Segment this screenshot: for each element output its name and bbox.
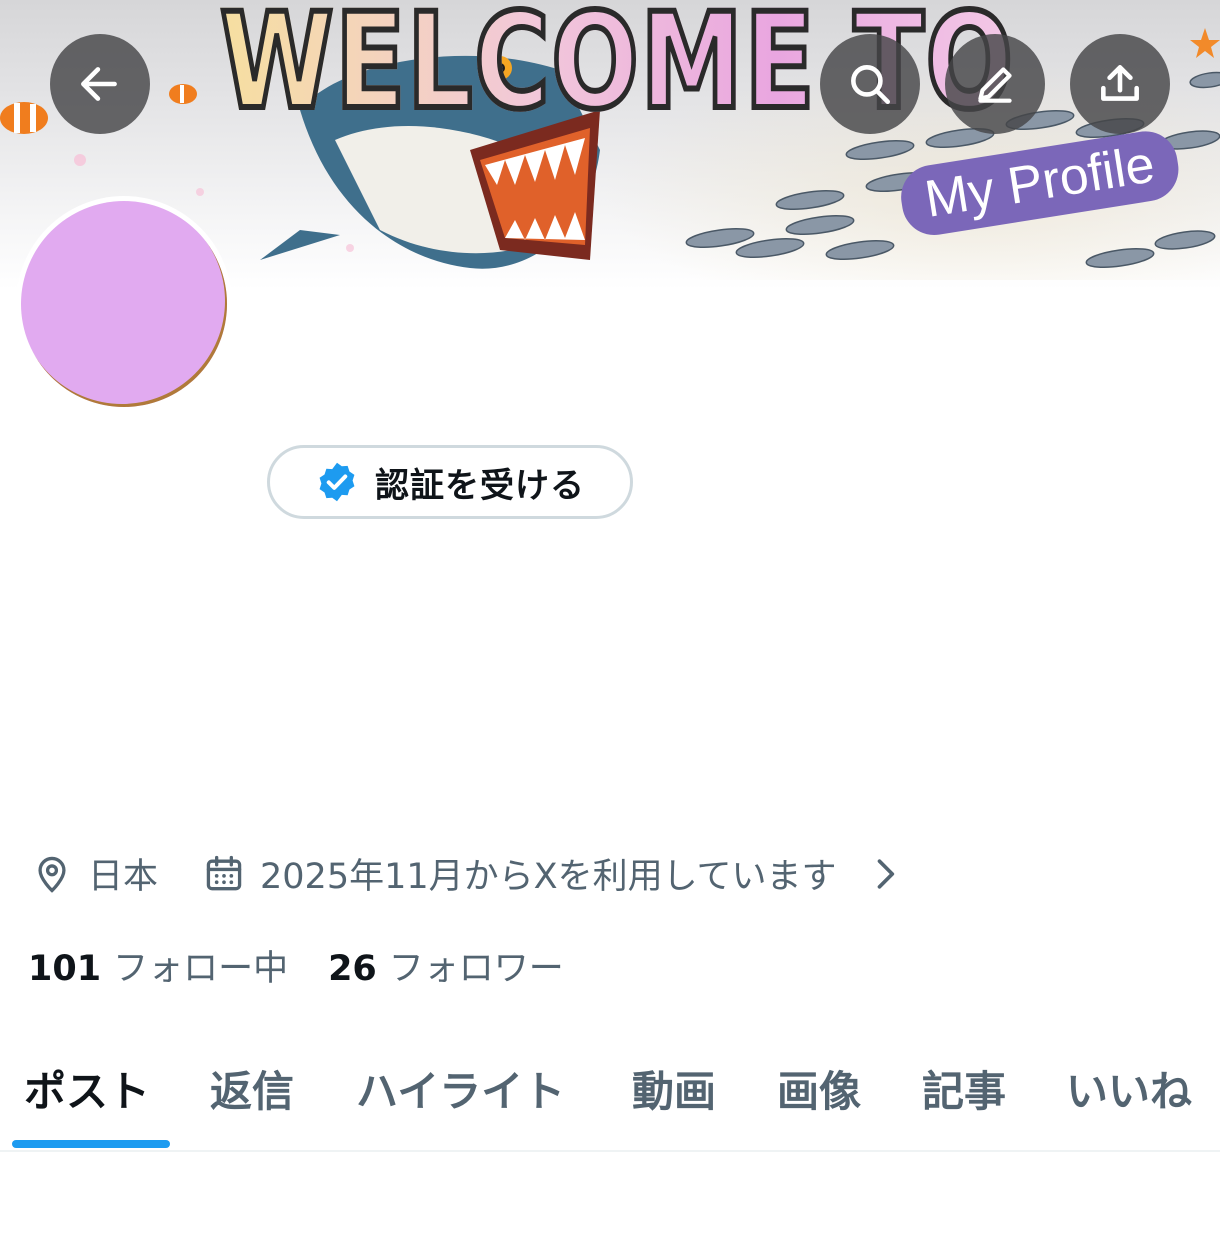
join-date-text: 2025年11月からXを利用しています: [260, 857, 837, 897]
avatar-image: [21, 201, 227, 407]
pencil-icon: [978, 67, 1012, 103]
share-upload-icon: [1101, 65, 1139, 101]
chevron-right-icon: [877, 858, 894, 889]
arrow-left-icon: [81, 67, 117, 101]
search-icon: [851, 65, 890, 105]
get-verified-label: 認証を受ける: [375, 465, 585, 506]
edit-button[interactable]: [945, 34, 1045, 134]
location-pin-icon: [38, 856, 66, 893]
calendar-icon: [206, 855, 242, 890]
followers-link[interactable]: 26 フォロワー: [328, 940, 564, 991]
tab-images[interactable]: 画像: [777, 1058, 861, 1119]
following-link[interactable]: 101 フォロー中: [28, 940, 288, 991]
follow-stats: 101 フォロー中 26 フォロワー: [28, 940, 604, 991]
search-button[interactable]: [820, 34, 920, 134]
verified-badge-icon: [319, 462, 355, 502]
followers-label: フォロワー: [388, 949, 564, 989]
following-count: 101: [28, 949, 102, 989]
location-text: 日本: [88, 857, 159, 897]
tab-highlights[interactable]: ハイライト: [356, 1058, 565, 1119]
avatar[interactable]: [16, 196, 232, 412]
get-verified-button[interactable]: 認証を受ける: [267, 445, 633, 519]
join-date-item[interactable]: 2025年11月からXを利用しています: [202, 848, 907, 899]
tab-replies[interactable]: 返信: [210, 1058, 294, 1119]
share-button[interactable]: [1070, 34, 1170, 134]
tab-articles[interactable]: 記事: [922, 1058, 1006, 1119]
back-button[interactable]: [50, 34, 150, 134]
followers-count: 26: [328, 949, 377, 989]
profile-meta: 日本 2025年11月からXを利用しています: [30, 848, 907, 899]
tab-likes[interactable]: いいね: [1066, 1058, 1192, 1119]
tab-posts[interactable]: ポスト: [24, 1058, 150, 1119]
profile-tabs: ポスト 返信 ハイライト 動画 画像 記事 いいね: [0, 1040, 1220, 1152]
following-label: フォロー中: [113, 949, 289, 989]
location-item: 日本: [30, 848, 158, 899]
tab-videos[interactable]: 動画: [632, 1058, 716, 1119]
profile-page: WELCOME TO My Profile 認証を受ける 日本 2025年11月…: [0, 0, 1220, 1240]
active-tab-indicator: [12, 1140, 170, 1148]
